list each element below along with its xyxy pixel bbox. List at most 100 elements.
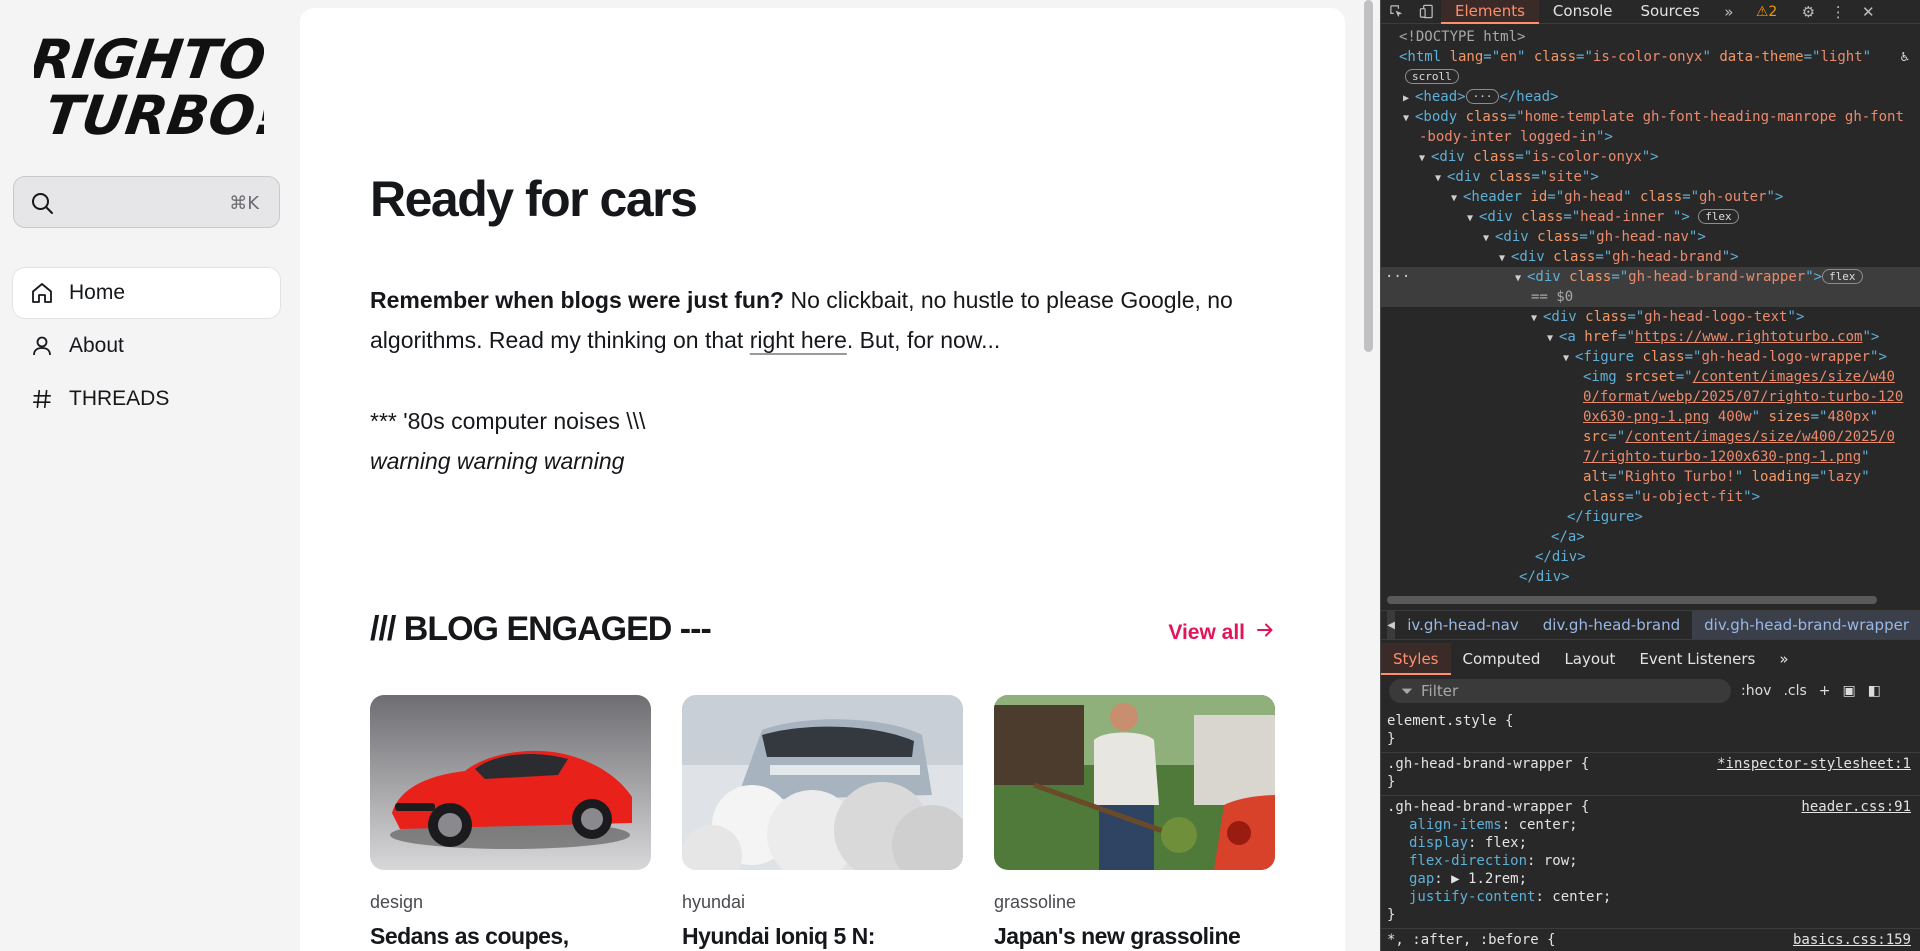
styles-filter-input[interactable]: ⏷ Filter xyxy=(1389,679,1731,703)
nav-item-about[interactable]: About xyxy=(13,321,280,371)
rule-element-style[interactable]: element.style { } xyxy=(1381,710,1920,753)
rule-source-link[interactable]: basics.css:159 xyxy=(1793,931,1911,949)
tab-layout[interactable]: Layout xyxy=(1552,643,1627,675)
nav-label: About xyxy=(69,334,124,357)
css-property[interactable]: display: flex; xyxy=(1387,834,1915,852)
rule-inspector[interactable]: .gh-head-brand-wrapper { *inspector-styl… xyxy=(1381,753,1920,796)
dom-div-color[interactable]: ▼ <div class="is-color-onyx"> xyxy=(1381,147,1920,167)
rule-source-link[interactable]: header.css:91 xyxy=(1801,798,1911,816)
css-property[interactable]: align-items: center; xyxy=(1387,816,1915,834)
intro-text-end: . But, for now... xyxy=(846,327,1001,353)
dom-img-src[interactable]: src="/content/images/size/w400/2025/0 xyxy=(1381,427,1920,447)
dom-brand-wrapper-selected[interactable]: ··· ▼ <div class="gh-head-brand-wrapper"> f… xyxy=(1381,267,1920,287)
devtools-panel: Elements Console Sources » ⚠2 ⚙ ⋮ ✕ <!DO… xyxy=(1380,0,1920,951)
paint-icon[interactable]: ▣ xyxy=(1843,683,1856,699)
rule-header-css[interactable]: .gh-head-brand-wrapper { header.css:91 a… xyxy=(1381,796,1920,929)
inspect-element-icon[interactable] xyxy=(1381,1,1411,23)
tab-event-listeners[interactable]: Event Listeners xyxy=(1627,643,1767,675)
dom-logo-text[interactable]: ▼ <div class="gh-head-logo-text"> xyxy=(1381,307,1920,327)
close-icon[interactable]: ✕ xyxy=(1853,1,1883,23)
svg-text:RIGHTO: RIGHTO xyxy=(34,28,264,91)
more-options-icon[interactable]: ⋮ xyxy=(1823,1,1853,23)
man-shoveling-grass-image[interactable] xyxy=(994,695,1275,870)
dom-img-src-2[interactable]: 7/righto-turbo-1200x630-png-1.png" xyxy=(1381,447,1920,467)
nav-label: Home xyxy=(69,281,126,304)
new-rule-icon[interactable]: + xyxy=(1819,683,1831,699)
car-smoke-burnout-image[interactable] xyxy=(682,695,963,870)
nav-label: THREADS xyxy=(69,387,170,410)
dom-head-inner[interactable]: ▼ <div class="head-inner "> flex xyxy=(1381,207,1920,227)
nav-item-home[interactable]: Home xyxy=(13,268,280,318)
dom-anchor-close[interactable]: </a> xyxy=(1381,527,1920,547)
css-property[interactable]: justify-content: center; xyxy=(1387,888,1915,906)
post-tag[interactable]: grassoline xyxy=(994,892,1275,913)
hov-toggle[interactable]: :hov xyxy=(1741,683,1771,699)
dom-div-site[interactable]: ▼ <div class="site"> xyxy=(1381,167,1920,187)
post-card[interactable]: design Sedans as coupes, xyxy=(370,695,651,950)
styles-tools: :hov .cls + ▣ ◧ xyxy=(1741,683,1881,699)
dom-figure-close[interactable]: </figure> xyxy=(1381,507,1920,527)
dom-breadcrumb: ◀ iv.gh-head-nav div.gh-head-brand div.g… xyxy=(1381,610,1920,640)
dom-img-alt[interactable]: alt="Righto Turbo!" loading="lazy" xyxy=(1381,467,1920,487)
tab-elements[interactable]: Elements xyxy=(1441,0,1539,24)
rule-source-link[interactable]: *inspector-stylesheet:1 xyxy=(1717,755,1911,773)
dom-div-close-2[interactable]: </div> xyxy=(1381,567,1920,587)
post-tag[interactable]: hyundai xyxy=(682,892,963,913)
page-scrollbar-thumb[interactable] xyxy=(1364,0,1373,352)
post-card[interactable]: hyundai Hyundai Ioniq 5 N: xyxy=(682,695,963,950)
css-property[interactable]: flex-direction: row; xyxy=(1387,852,1915,870)
warnings-badge[interactable]: ⚠2 xyxy=(1756,4,1777,20)
tab-styles[interactable]: Styles xyxy=(1381,643,1451,675)
search-input[interactable]: ⌘K xyxy=(13,176,280,228)
warning-line: warning warning warning xyxy=(370,448,625,474)
device-toolbar-icon[interactable] xyxy=(1411,1,1441,23)
filter-placeholder: Filter xyxy=(1421,682,1459,700)
dom-body[interactable]: ▼ <body class="home-template gh-font-head… xyxy=(1381,107,1920,127)
post-tag[interactable]: design xyxy=(370,892,651,913)
dom-header[interactable]: ▼ <header id="gh-head" class="gh-outer"> xyxy=(1381,187,1920,207)
dom-anchor[interactable]: ▼ <a href="https://www.rightoturbo.com"> xyxy=(1381,327,1920,347)
right-here-link[interactable]: right here xyxy=(750,327,847,353)
dom-body-cont[interactable]: -body-inter logged-in"> xyxy=(1381,127,1920,147)
dom-img-class[interactable]: class="u-object-fit"> xyxy=(1381,487,1920,507)
rule-basics-css[interactable]: *, :after, :before { basics.css:159 xyxy=(1381,929,1920,951)
breadcrumb-brand-wrapper[interactable]: div.gh-head-brand-wrapper xyxy=(1692,611,1920,639)
post-title[interactable]: Japan's new grassoline xyxy=(994,923,1275,950)
dom-doctype[interactable]: <!DOCTYPE html> xyxy=(1381,27,1920,47)
cls-toggle[interactable]: .cls xyxy=(1783,683,1806,699)
tab-sources[interactable]: Sources xyxy=(1626,0,1713,24)
red-sports-sedan-image[interactable] xyxy=(370,695,651,870)
dom-div-close[interactable]: </div> xyxy=(1381,547,1920,567)
post-card[interactable]: grassoline Japan's new grassoline xyxy=(994,695,1275,950)
breadcrumb-head-nav[interactable]: iv.gh-head-nav xyxy=(1395,616,1531,634)
css-property[interactable]: gap: ▶ 1.2rem; xyxy=(1387,870,1915,888)
breadcrumb-left-icon[interactable]: ◀ xyxy=(1387,611,1396,639)
more-tabs-icon[interactable]: » xyxy=(1767,643,1800,675)
post-title[interactable]: Hyundai Ioniq 5 N: xyxy=(682,923,963,950)
dom-head-nav[interactable]: ▼ <div class="gh-head-nav"> xyxy=(1381,227,1920,247)
dom-html[interactable]: <html lang="en" class="is-color-onyx" da… xyxy=(1381,47,1920,67)
dom-scroll-badge[interactable]: scroll xyxy=(1381,67,1920,87)
svg-text:TURBO!: TURBO! xyxy=(41,84,264,146)
dom-img-srcset-2[interactable]: 0/format/webp/2025/07/righto-turbo-120 xyxy=(1381,387,1920,407)
nav-item-threads[interactable]: THREADS xyxy=(13,374,280,424)
search-icon xyxy=(30,191,54,215)
dom-horizontal-scrollbar[interactable] xyxy=(1381,594,1920,606)
post-title[interactable]: Sedans as coupes, xyxy=(370,923,651,950)
tab-console[interactable]: Console xyxy=(1539,0,1627,24)
dom-head[interactable]: ▶ <head> ··· </head> xyxy=(1381,87,1920,107)
dom-img[interactable]: <img srcset="/content/images/size/w40 xyxy=(1381,367,1920,387)
more-tabs-icon[interactable]: » xyxy=(1714,1,1744,23)
dom-head-brand[interactable]: ▼ <div class="gh-head-brand"> xyxy=(1381,247,1920,267)
dom-tree: <!DOCTYPE html> <html lang="en" class="i… xyxy=(1381,27,1920,592)
breadcrumb-head-brand[interactable]: div.gh-head-brand xyxy=(1531,616,1692,634)
view-all-link[interactable]: View all xyxy=(1168,620,1275,646)
site-logo[interactable]: RIGHTO TURBO! xyxy=(27,26,284,147)
tab-computed[interactable]: Computed xyxy=(1451,643,1553,675)
site-sidebar: RIGHTO TURBO! ⌘K Home About THREADS xyxy=(0,0,290,951)
dom-figure[interactable]: ▼ <figure class="gh-head-logo-wrapper"> xyxy=(1381,347,1920,367)
dom-img-srcset-3[interactable]: 0x630-png-1.png 400w" sizes="480px" xyxy=(1381,407,1920,427)
accessibility-icon[interactable]: ♿ xyxy=(1901,47,1909,67)
settings-icon[interactable]: ⚙ xyxy=(1793,1,1823,23)
sidebar-toggle-icon[interactable]: ◧ xyxy=(1868,683,1881,699)
